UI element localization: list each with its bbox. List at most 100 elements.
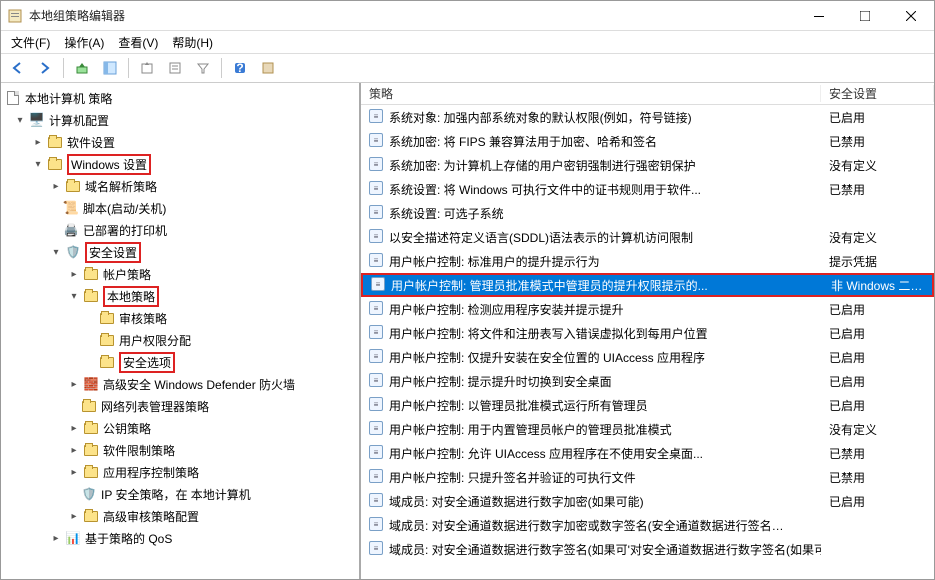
node-account-policies[interactable]: ▸ 帐户策略	[3, 263, 357, 285]
policy-setting: 没有定义	[821, 421, 934, 438]
titlebar: 本地组策略编辑器	[1, 1, 934, 31]
policy-row[interactable]: ≡用户帐户控制: 允许 UIAccess 应用程序在不使用安全桌面...已禁用	[361, 441, 934, 465]
policy-row[interactable]: ≡域成员: 对安全通道数据进行数字加密(如果可能)已启用	[361, 489, 934, 513]
chevron-right-icon[interactable]: ▸	[49, 179, 63, 193]
node-audit-policy[interactable]: 审核策略	[3, 307, 357, 329]
policy-row[interactable]: ≡用户帐户控制: 检测应用程序安装并提示提升已启用	[361, 297, 934, 321]
up-button[interactable]	[70, 56, 94, 80]
maximize-button[interactable]	[842, 1, 888, 31]
node-root[interactable]: 本地计算机 策略	[3, 87, 357, 109]
node-scripts[interactable]: 📜 脚本(启动/关机)	[3, 197, 357, 219]
policy-name: 系统设置: 将 Windows 可执行文件中的证书规则用于软件...	[389, 181, 701, 198]
node-windows-settings[interactable]: ▾ Windows 设置	[3, 153, 357, 175]
node-pubkey[interactable]: ▸ 公钥策略	[3, 417, 357, 439]
chevron-down-icon[interactable]: ▾	[31, 157, 45, 171]
policy-icon: ≡	[371, 277, 387, 293]
policy-name: 用户帐户控制: 标准用户的提升提示行为	[389, 253, 600, 270]
chevron-right-icon[interactable]: ▸	[67, 465, 81, 479]
node-qos[interactable]: ▸ 📊 基于策略的 QoS	[3, 527, 357, 549]
properties-button[interactable]	[163, 56, 187, 80]
node-user-rights[interactable]: 用户权限分配	[3, 329, 357, 351]
node-name-resolution[interactable]: ▸ 域名解析策略	[3, 175, 357, 197]
chevron-right-icon[interactable]: ▸	[67, 509, 81, 523]
node-adv-audit[interactable]: ▸ 高级审核策略配置	[3, 505, 357, 527]
policy-row[interactable]: ≡系统设置: 将 Windows 可执行文件中的证书规则用于软件...已禁用	[361, 177, 934, 201]
forward-button[interactable]	[33, 56, 57, 80]
tree-label: Windows 设置	[67, 154, 151, 175]
policy-name: 用户帐户控制: 只提升签名并验证的可执行文件	[389, 469, 636, 486]
menu-view[interactable]: 查看(V)	[112, 32, 164, 53]
tree-label: 公钥策略	[103, 420, 151, 437]
policy-row[interactable]: ≡系统加密: 为计算机上存储的用户密钥强制进行强密钥保护没有定义	[361, 153, 934, 177]
chevron-down-icon[interactable]: ▾	[13, 113, 27, 127]
policy-setting: 已禁用	[821, 133, 934, 150]
tree-label: 安全选项	[119, 352, 175, 373]
minimize-button[interactable]	[796, 1, 842, 31]
policy-name: 域成员: 对安全通道数据进行数字加密(如果可能)	[389, 493, 644, 510]
folder-icon	[99, 310, 115, 326]
policy-row[interactable]: ≡用户帐户控制: 以管理员批准模式运行所有管理员已启用	[361, 393, 934, 417]
menu-file[interactable]: 文件(F)	[5, 32, 56, 53]
policy-row[interactable]: ≡系统对象: 加强内部系统对象的默认权限(例如，符号链接)已启用	[361, 105, 934, 129]
policy-row[interactable]: ≡以安全描述符定义语言(SDDL)语法表示的计算机访问限制没有定义	[361, 225, 934, 249]
chevron-right-icon[interactable]: ▸	[67, 443, 81, 457]
toolbar-separator	[128, 58, 129, 78]
policy-row[interactable]: ≡用户帐户控制: 仅提升安装在安全位置的 UIAccess 应用程序已启用	[361, 345, 934, 369]
policy-row[interactable]: ≡用户帐户控制: 管理员批准模式中管理员的提升权限提示的...非 Windows…	[361, 273, 934, 297]
close-button[interactable]	[888, 1, 934, 31]
tree-label: 软件限制策略	[103, 442, 175, 459]
printer-icon: 🖨️	[63, 222, 79, 238]
policy-row[interactable]: ≡域成员: 对安全通道数据进行数字签名(如果可'对安全通道数据进行数字签名(如果…	[361, 537, 934, 561]
node-netlist[interactable]: 网络列表管理器策略	[3, 395, 357, 417]
policy-row[interactable]: ≡用户帐户控制: 提示提升时切换到安全桌面已启用	[361, 369, 934, 393]
node-app-control[interactable]: ▸ 应用程序控制策略	[3, 461, 357, 483]
refresh-button[interactable]	[256, 56, 280, 80]
help-button[interactable]: ?	[228, 56, 252, 80]
tree-label: 安全设置	[85, 242, 141, 263]
policy-icon: ≡	[369, 445, 385, 461]
chevron-right-icon[interactable]: ▸	[67, 267, 81, 281]
header-setting[interactable]: 安全设置	[821, 85, 934, 102]
chevron-right-icon[interactable]: ▸	[67, 421, 81, 435]
node-security-settings[interactable]: ▾ 🛡️ 安全设置	[3, 241, 357, 263]
folder-icon	[83, 420, 99, 436]
chevron-down-icon[interactable]: ▾	[67, 289, 81, 303]
policy-row[interactable]: ≡用户帐户控制: 只提升签名并验证的可执行文件已禁用	[361, 465, 934, 489]
node-ipsec[interactable]: 🛡️ IP 安全策略，在 本地计算机	[3, 483, 357, 505]
policy-row[interactable]: ≡系统设置: 可选子系统	[361, 201, 934, 225]
chevron-right-icon[interactable]: ▸	[67, 377, 81, 391]
policy-row[interactable]: ≡系统加密: 将 FIPS 兼容算法用于加密、哈希和签名已禁用	[361, 129, 934, 153]
export-button[interactable]	[135, 56, 159, 80]
tree-label: 帐户策略	[103, 266, 151, 283]
list-pane[interactable]: 策略 安全设置 ≡系统对象: 加强内部系统对象的默认权限(例如，符号链接)已启用…	[361, 83, 934, 579]
node-deployed-printers[interactable]: 🖨️ 已部署的打印机	[3, 219, 357, 241]
header-policy[interactable]: 策略	[361, 85, 821, 102]
policy-row[interactable]: ≡用户帐户控制: 标准用户的提升提示行为提示凭据	[361, 249, 934, 273]
toolbar-separator	[63, 58, 64, 78]
tree-label: 基于策略的 QoS	[85, 530, 172, 547]
menu-help[interactable]: 帮助(H)	[166, 32, 219, 53]
policy-row[interactable]: ≡用户帐户控制: 将文件和注册表写入错误虚拟化到每用户位置已启用	[361, 321, 934, 345]
tree-label: 域名解析策略	[85, 178, 157, 195]
policy-icon: ≡	[369, 493, 385, 509]
show-hide-tree-button[interactable]	[98, 56, 122, 80]
chevron-right-icon[interactable]: ▸	[49, 531, 63, 545]
policy-setting: 已启用	[821, 109, 934, 126]
tree-label: 应用程序控制策略	[103, 464, 199, 481]
policy-setting: 没有定义	[821, 157, 934, 174]
menu-action[interactable]: 操作(A)	[58, 32, 110, 53]
node-defender[interactable]: ▸ 🧱 高级安全 Windows Defender 防火墙	[3, 373, 357, 395]
chevron-right-icon[interactable]: ▸	[31, 135, 45, 149]
filter-button[interactable]	[191, 56, 215, 80]
policy-row[interactable]: ≡用户帐户控制: 用于内置管理员帐户的管理员批准模式没有定义	[361, 417, 934, 441]
node-security-options[interactable]: 安全选项	[3, 351, 357, 373]
chevron-down-icon[interactable]: ▾	[49, 245, 63, 259]
policy-icon: ≡	[369, 325, 385, 341]
node-software-settings[interactable]: ▸ 软件设置	[3, 131, 357, 153]
node-computer-config[interactable]: ▾ 🖥️ 计算机配置	[3, 109, 357, 131]
node-local-policies[interactable]: ▾ 本地策略	[3, 285, 357, 307]
node-software-restrict[interactable]: ▸ 软件限制策略	[3, 439, 357, 461]
policy-row[interactable]: ≡域成员: 对安全通道数据进行数字加密或数字签名(安全通道数据进行签名…	[361, 513, 934, 537]
back-button[interactable]	[5, 56, 29, 80]
tree-pane[interactable]: 本地计算机 策略 ▾ 🖥️ 计算机配置 ▸ 软件设置 ▾ Windows 设置 …	[1, 83, 361, 579]
